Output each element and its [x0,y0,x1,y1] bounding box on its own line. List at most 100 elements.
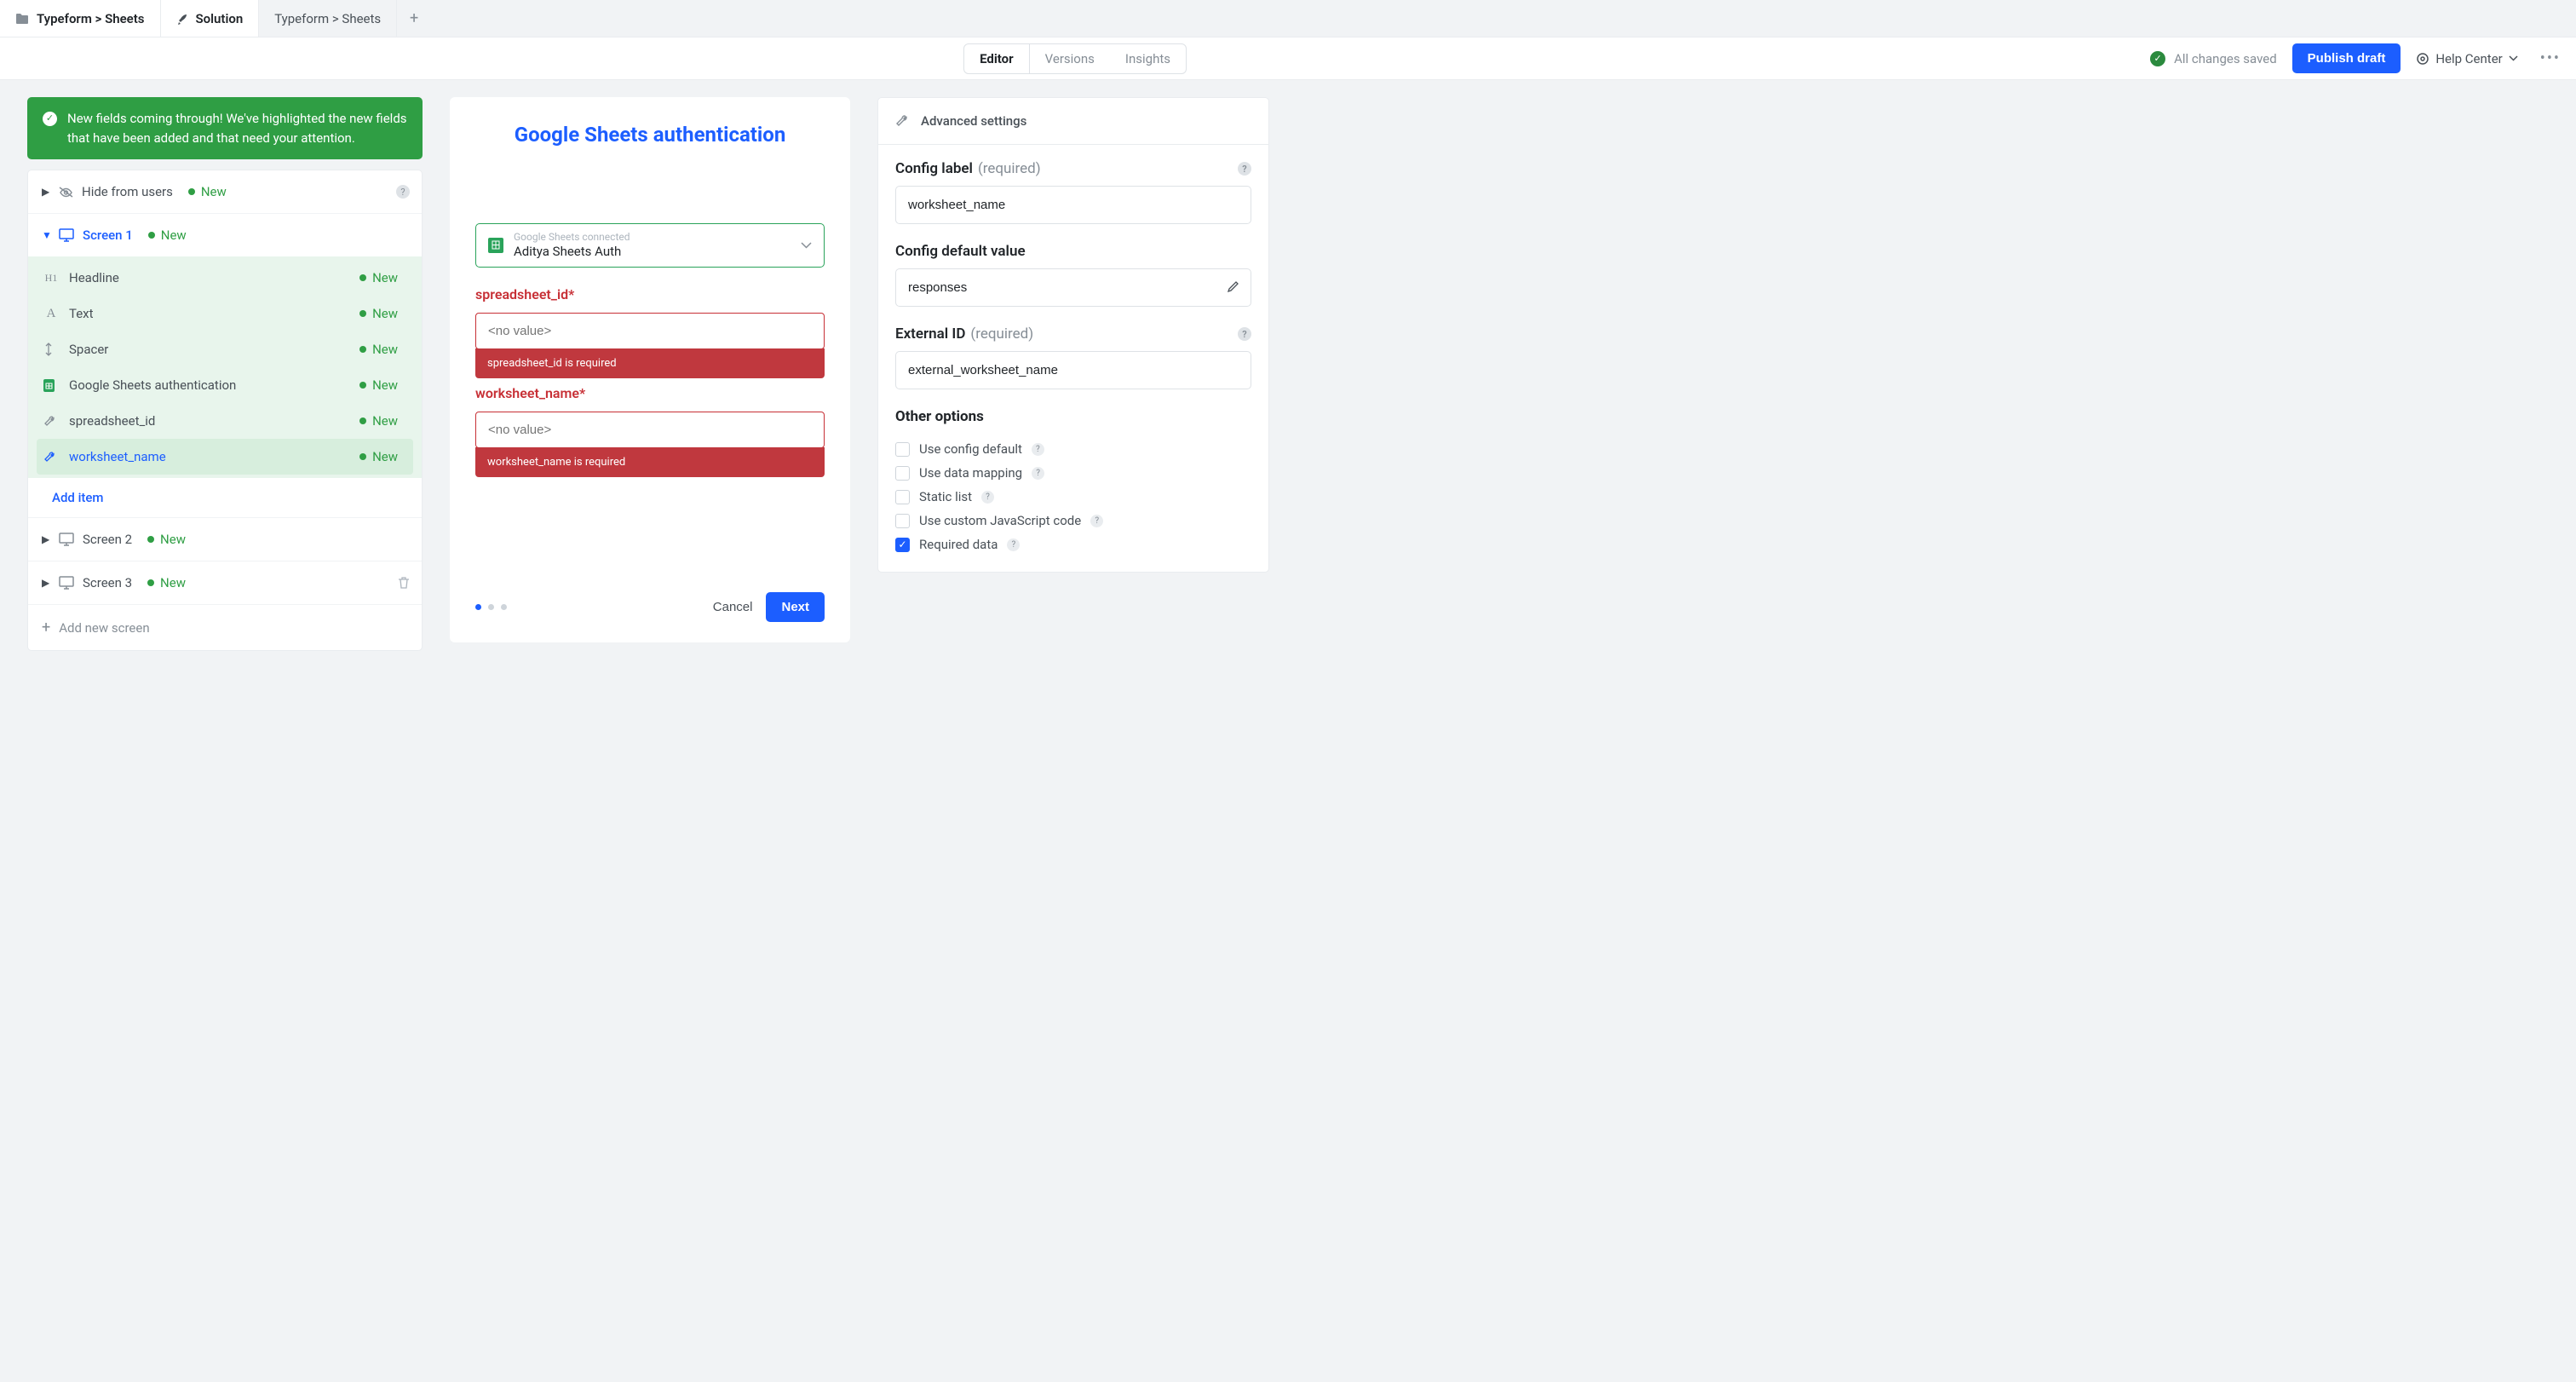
checkbox[interactable] [895,466,910,481]
screen-3-row[interactable]: ▶ Screen 3 New [28,561,422,605]
rocket-icon [176,13,188,25]
opt-data-mapping[interactable]: Use data mapping ? [895,461,1251,485]
screen-label: Screen 3 [83,575,132,590]
field-label: Spacer [69,342,108,357]
help-icon[interactable]: ? [1090,515,1103,527]
new-badge: New [359,377,398,393]
config-label-input[interactable] [895,186,1251,224]
field-label: spreadsheet_id [69,413,155,429]
preview-footer: Cancel Next [475,567,825,622]
opt-config-default[interactable]: Use config default ? [895,437,1251,461]
default-value-input[interactable] [895,268,1251,307]
settings-body: Config label (required) ? Config default… [878,145,1268,572]
item-spreadsheet-id[interactable]: spreadsheet_id New [37,403,413,439]
new-badge: New [148,227,187,243]
next-button[interactable]: Next [766,592,825,622]
mode-versions[interactable]: Versions [1030,44,1110,73]
mode-insights[interactable]: Insights [1110,44,1186,73]
item-text[interactable]: A Text New [37,296,413,331]
checkbox[interactable]: ✓ [895,538,910,552]
dot-icon [148,232,155,239]
tab-inactive[interactable]: Typeform > Sheets [259,0,397,37]
chevron-right-icon: ▶ [42,577,50,589]
tab-label: Typeform > Sheets [37,11,145,26]
hide-from-users-row[interactable]: ▶ Hide from users New ? [28,170,422,214]
tab-label: Solution [196,11,244,26]
tabs-bar: Typeform > Sheets Solution Typeform > Sh… [0,0,2576,37]
help-icon[interactable]: ? [981,491,994,504]
checkbox[interactable] [895,514,910,528]
new-badge: New [359,306,398,321]
edit-icon[interactable] [1227,280,1239,293]
left-panel: ✓ New fields coming through! We've highl… [27,97,423,651]
opt-custom-js[interactable]: Use custom JavaScript code ? [895,509,1251,533]
screen-label: Screen 2 [83,532,132,547]
monitor-icon [59,228,74,242]
eye-off-icon [59,186,73,199]
help-center-button[interactable]: Help Center [2416,51,2517,66]
monitor-icon [59,533,74,546]
screen-2-row[interactable]: ▶ Screen 2 New [28,518,422,561]
help-icon[interactable]: ? [1238,162,1251,176]
hide-label: Hide from users [82,184,173,199]
help-icon[interactable]: ? [1238,327,1251,341]
connection-value: Aditya Sheets Auth [514,244,791,260]
help-icon[interactable]: ? [1007,538,1020,551]
wrench-icon [43,415,59,428]
settings-panel: Advanced settings Config label (required… [877,97,1269,573]
spreadsheet-id-input[interactable] [475,313,825,349]
help-icon[interactable]: ? [1032,443,1044,456]
spacer-icon [43,343,59,356]
publish-button[interactable]: Publish draft [2292,43,2401,73]
wrench-icon [43,451,59,464]
opt-label: Use data mapping [919,465,1022,481]
settings-card: Advanced settings Config label (required… [877,97,1269,573]
dot-icon [147,536,154,543]
new-badge: New [359,449,398,464]
external-id-input[interactable] [895,351,1251,389]
more-menu-button[interactable]: ••• [2533,49,2567,67]
step-dot [488,604,494,610]
step-dot [475,604,481,610]
item-spacer[interactable]: Spacer New [37,331,413,367]
new-badge: New [359,413,398,429]
footer-buttons: Cancel Next [713,592,825,622]
wrench-icon [895,114,909,128]
checkbox[interactable] [895,490,910,504]
step-indicator [475,604,507,610]
dot-icon [359,417,366,424]
worksheet-name-input[interactable] [475,412,825,448]
screen-label: Screen 1 [83,227,133,243]
tab-solution[interactable]: Solution [161,0,260,37]
mode-switcher: Editor Versions Insights [963,43,1187,74]
screen-1-row[interactable]: ▼ Screen 1 New [28,214,422,256]
item-gsheets-auth[interactable]: Google Sheets authentication New [37,367,413,403]
trash-icon[interactable] [398,576,410,590]
dot-icon [359,274,366,281]
help-center-label: Help Center [2435,51,2502,66]
target-icon [2416,52,2429,66]
mode-editor[interactable]: Editor [964,44,1030,73]
help-icon[interactable]: ? [396,185,410,199]
opt-static-list[interactable]: Static list ? [895,485,1251,509]
cancel-button[interactable]: Cancel [713,600,753,614]
dot-icon [359,453,366,460]
add-tab-button[interactable]: + [397,0,431,37]
add-item-button[interactable]: Add item [28,478,422,518]
checkbox[interactable] [895,442,910,457]
item-headline[interactable]: H1 Headline New [37,260,413,296]
new-badge: New [188,184,227,199]
opt-required-data[interactable]: ✓ Required data ? [895,533,1251,556]
help-icon[interactable]: ? [1032,467,1044,480]
dot-icon [359,346,366,353]
connection-dropdown[interactable]: Google Sheets connected Aditya Sheets Au… [475,223,825,268]
item-worksheet-name[interactable]: worksheet_name New [37,439,413,475]
preview-title: Google Sheets authentication [475,123,825,147]
add-screen-button[interactable]: + Add new screen [28,605,422,650]
external-id-title: External ID (required) ? [895,325,1251,343]
config-label-title: Config label (required) ? [895,160,1251,177]
check-icon: ✓ [2150,51,2165,66]
new-badge: New [359,270,398,285]
tab-folder[interactable]: Typeform > Sheets [0,0,161,37]
worksheet-name-label: worksheet_name* [475,385,825,401]
